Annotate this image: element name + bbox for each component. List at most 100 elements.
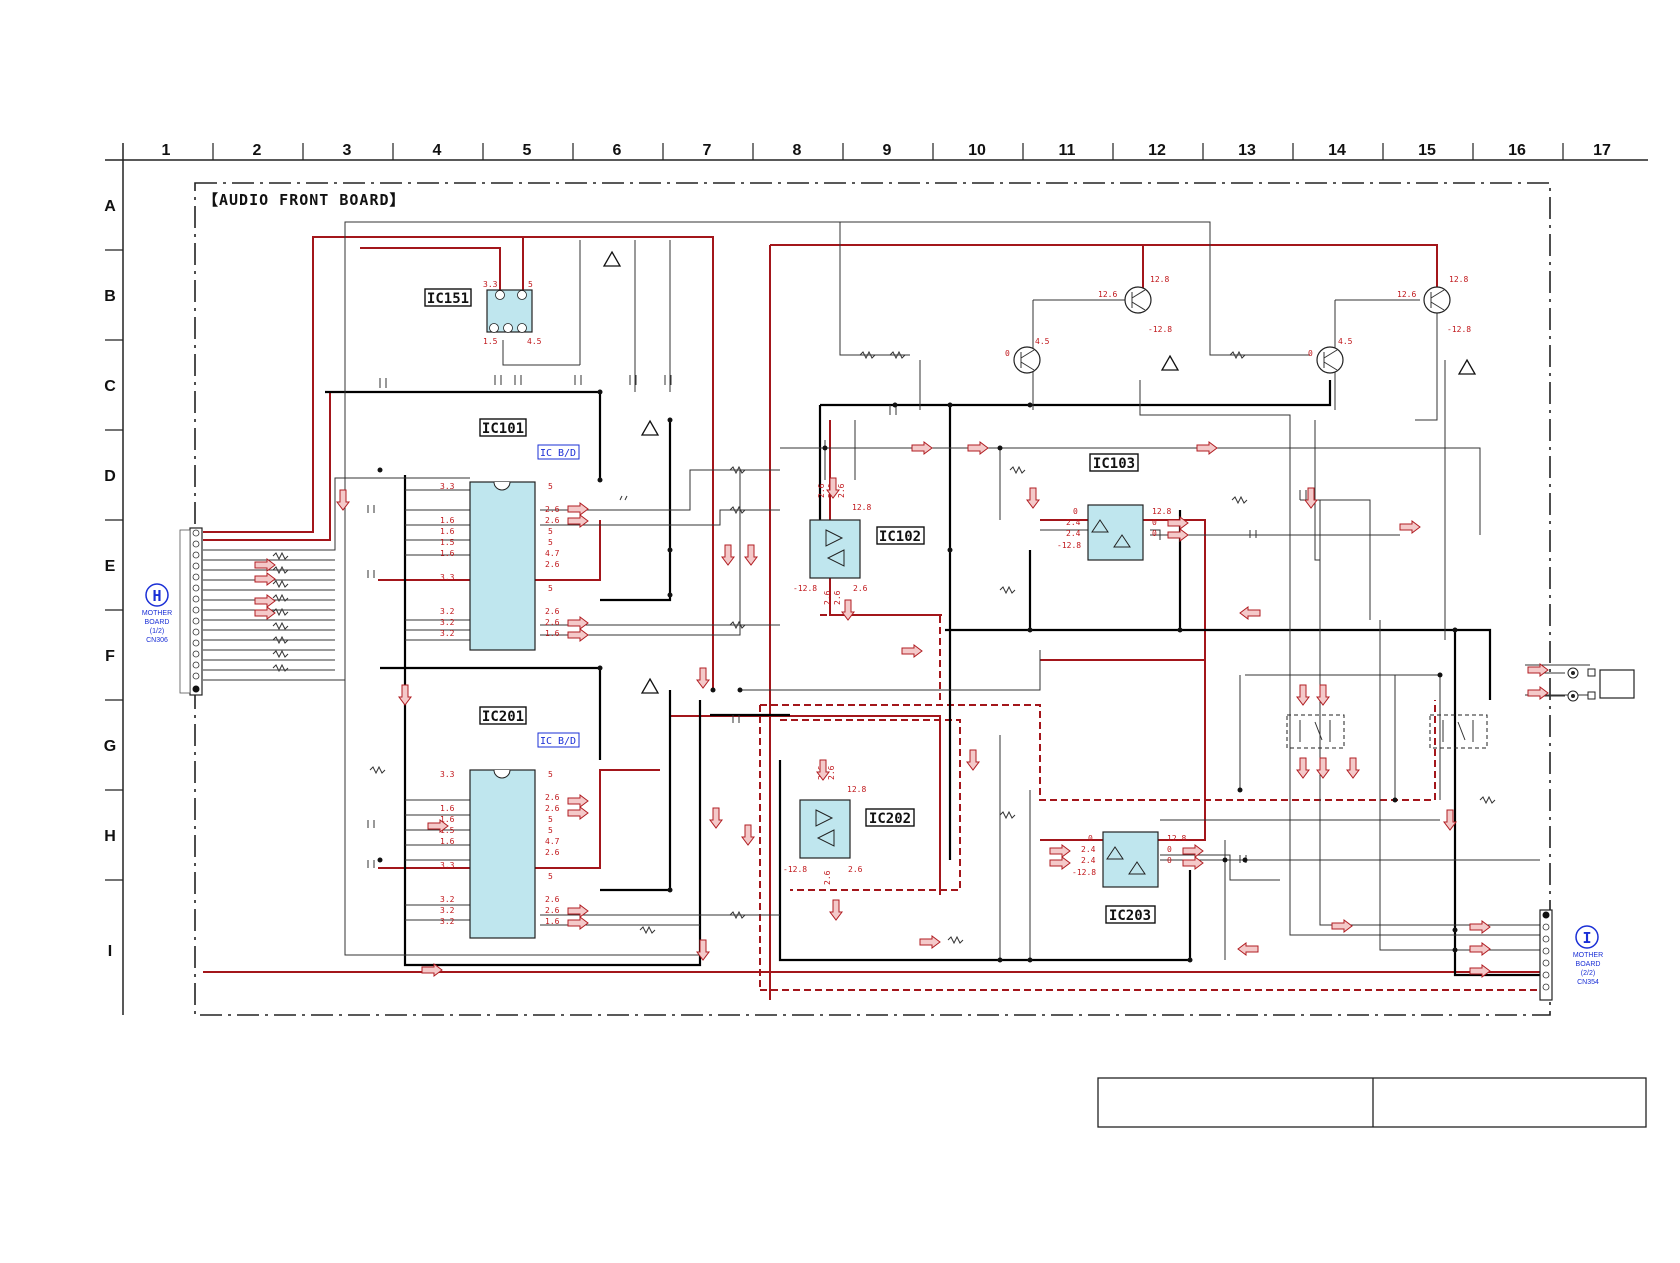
voltage-label: 3.3 xyxy=(440,482,455,491)
passive-components xyxy=(272,350,1496,945)
voltage-label: 5 xyxy=(528,280,533,289)
voltage-label: 3.2 xyxy=(440,917,455,926)
col-label: 4 xyxy=(433,142,442,159)
voltage-label: 0 xyxy=(1073,507,1078,516)
voltage-label: 2.6 xyxy=(545,848,560,857)
voltage-label: 4.5 xyxy=(1035,337,1050,346)
row-label: D xyxy=(104,468,116,485)
voltage-label: 5 xyxy=(548,826,553,835)
voltage-label: 2.4 xyxy=(1066,518,1081,527)
warning-icon xyxy=(602,250,622,267)
relays xyxy=(1286,714,1488,749)
voltage-label: 5 xyxy=(548,482,553,491)
voltage-label: 12.8 xyxy=(847,785,866,794)
voltage-label: 3.2 xyxy=(440,629,455,638)
voltage-label: 2.6 xyxy=(833,590,842,605)
row-label: B xyxy=(104,288,116,305)
voltage-label: 0 xyxy=(1088,834,1093,843)
thin-signal-wires xyxy=(203,221,1590,960)
ic101-chip: IC101 IC B/D xyxy=(469,418,580,651)
voltage-label: -12.8 xyxy=(783,865,807,874)
voltage-label: 5 xyxy=(548,584,553,593)
connector-h-line: MOTHER xyxy=(142,610,172,617)
voltage-label: 2.4 xyxy=(1066,529,1081,538)
ic101-board-tag: IC B/D xyxy=(540,448,576,459)
voltage-label: 2.6 xyxy=(823,590,832,605)
voltage-label: 3.3 xyxy=(440,770,455,779)
voltage-label: 1.6 xyxy=(545,629,560,638)
dashed-red-paths xyxy=(759,614,1545,991)
col-label: 17 xyxy=(1593,142,1611,159)
warning-icon xyxy=(1457,358,1477,375)
voltage-label: 12.8 xyxy=(1449,275,1468,284)
connector-i-cn354: I MOTHER BOARD (2/2) CN354 xyxy=(1539,909,1603,1001)
col-label: 6 xyxy=(613,142,622,159)
voltage-label: 0 xyxy=(1152,518,1157,527)
ic102-opamp: IC102 2.6 2.6 2.6 12.8 -12.8 2.6 2.6 2.6 xyxy=(793,483,925,605)
voltage-label: 12.8 xyxy=(1152,507,1171,516)
schematic-sheet: 1 2 3 4 5 6 7 8 9 10 11 12 13 14 15 16 1… xyxy=(104,142,1648,1128)
voltage-label: 4.7 xyxy=(545,549,560,558)
column-labels: 1 2 3 4 5 6 7 8 9 10 11 12 13 14 15 16 1… xyxy=(162,142,1611,159)
junction-dots xyxy=(377,389,1458,963)
voltage-label: 2.6 xyxy=(545,793,560,802)
connector-i-line: MOTHER xyxy=(1573,952,1603,959)
voltage-label: 2.6 xyxy=(823,870,832,885)
voltage-label: 2.6 xyxy=(545,560,560,569)
voltage-label: 2.4 xyxy=(1081,845,1096,854)
row-label: I xyxy=(108,943,112,960)
voltage-label: 2.6 xyxy=(545,516,560,525)
voltage-label: 1.6 xyxy=(545,917,560,926)
voltage-label: 12.8 xyxy=(1167,834,1186,843)
voltage-label: 4.5 xyxy=(527,337,542,346)
power-rails-red xyxy=(203,236,1542,1000)
col-label: 13 xyxy=(1238,142,1256,159)
voltage-label: 1.5 xyxy=(483,337,498,346)
row-label: A xyxy=(104,198,116,215)
voltage-label: 2.6 xyxy=(545,505,560,514)
connector-h-line: CN306 xyxy=(146,637,168,644)
row-label: G xyxy=(104,738,116,755)
ic103-label: IC103 xyxy=(1093,456,1135,472)
ic202-label: IC202 xyxy=(869,811,911,827)
col-label: 2 xyxy=(253,142,262,159)
voltage-label: 5 xyxy=(548,527,553,536)
title-block xyxy=(1097,1077,1647,1128)
voltage-label: 5 xyxy=(548,872,553,881)
voltage-label: 1.6 xyxy=(440,804,455,813)
row-label: H xyxy=(104,828,116,845)
col-label: 7 xyxy=(703,142,712,159)
ic103-opamp: IC103 0 2.4 2.4 -12.8 12.8 0 0 xyxy=(1057,453,1171,561)
voltage-label: -12.8 xyxy=(1148,325,1172,334)
col-label: 5 xyxy=(523,142,532,159)
voltage-label: 2.6 xyxy=(545,906,560,915)
ic203-opamp: IC203 0 2.4 2.4 -12.8 12.8 0 0 xyxy=(1072,831,1186,924)
ic201-board-tag: IC B/D xyxy=(540,736,576,747)
warning-icon xyxy=(640,677,660,694)
transistors: 12.8 12.6 -12.8 0 4.5 12.8 12.6 -12.8 0 … xyxy=(1005,275,1471,374)
voltage-label: 0 xyxy=(1005,349,1010,358)
voltage-label: 4.7 xyxy=(545,837,560,846)
connector-h-letter: H xyxy=(152,587,161,605)
voltage-label: 3.2 xyxy=(440,895,455,904)
voltage-label: 2.6 xyxy=(545,804,560,813)
voltage-label: 2.6 xyxy=(545,618,560,627)
voltage-label: 3.3 xyxy=(440,861,455,870)
warning-icon xyxy=(640,419,660,436)
ic151-label: IC151 xyxy=(427,291,469,307)
voltage-label: 3.2 xyxy=(440,607,455,616)
voltage-label: 1.6 xyxy=(440,837,455,846)
col-label: 1 xyxy=(162,142,171,159)
connector-i-line: (2/2) xyxy=(1581,970,1595,977)
ic202-opamp: IC202 2.6 2.6 12.8 -12.8 2.6 2.6 xyxy=(783,765,915,885)
voltage-label: 3.2 xyxy=(440,906,455,915)
voltage-label: 12.8 xyxy=(1150,275,1169,284)
col-label: 11 xyxy=(1059,142,1076,159)
voltage-label: 3.3 xyxy=(440,573,455,582)
voltage-label: 0 xyxy=(1308,349,1313,358)
col-label: 9 xyxy=(883,142,892,159)
voltage-label: 2.6 xyxy=(545,607,560,616)
voltage-label: 5 xyxy=(548,815,553,824)
ic203-label: IC203 xyxy=(1109,908,1151,924)
voltage-label: 12.6 xyxy=(1397,290,1416,299)
